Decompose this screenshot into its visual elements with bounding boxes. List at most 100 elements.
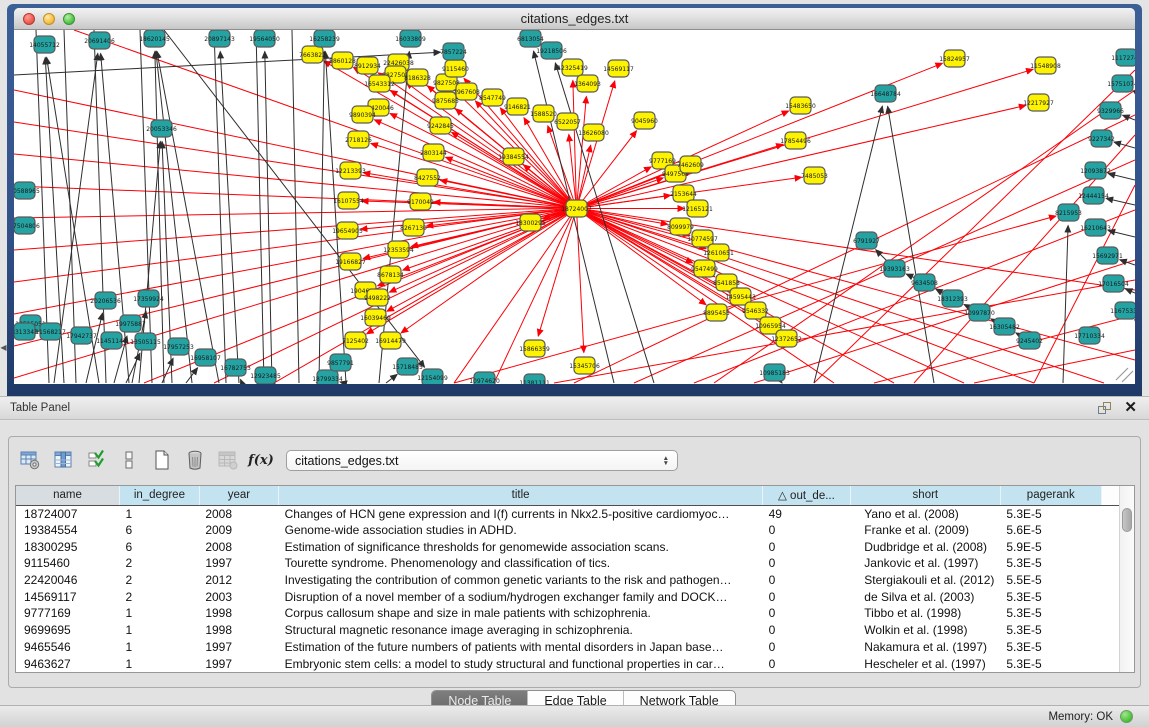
graph-node[interactable]: 17854496 bbox=[780, 132, 811, 149]
graph-node[interactable]: 9634508 bbox=[911, 274, 938, 291]
graph-node[interactable]: 15692971 bbox=[1092, 247, 1123, 264]
graph-node[interactable]: 11172740 bbox=[1111, 49, 1135, 66]
table-cell-in_degree[interactable]: 1 bbox=[119, 605, 199, 622]
graph-node[interactable]: 16033809 bbox=[395, 30, 426, 47]
graph-node[interactable]: 11381111 bbox=[519, 374, 550, 384]
graph-node[interactable]: 9890394 bbox=[349, 106, 376, 123]
close-panel-icon[interactable]: ✕ bbox=[1124, 401, 1137, 415]
network-canvas[interactable]: 1872400727181269242845280314412213393842… bbox=[14, 30, 1135, 384]
table-cell-out_degree[interactable]: 0 bbox=[763, 522, 851, 539]
graph-node[interactable]: 1364093 bbox=[574, 75, 601, 92]
table-row[interactable]: 1938455462009Genome-wide association stu… bbox=[16, 522, 1119, 539]
table-cell-title[interactable]: Corpus callosum shape and size in male p… bbox=[279, 605, 763, 622]
graph-node[interactable]: 19975887 bbox=[115, 315, 146, 332]
graph-node[interactable]: 19218506 bbox=[536, 42, 567, 59]
graph-node[interactable]: 14569117 bbox=[603, 60, 634, 77]
table-cell-pagerank[interactable]: 5.3E-5 bbox=[1000, 505, 1101, 522]
table-cell-year[interactable]: 1997 bbox=[199, 655, 278, 672]
table-cell-year[interactable]: 2008 bbox=[199, 538, 278, 555]
graph-node[interactable]: 14055712 bbox=[29, 36, 60, 53]
graph-node[interactable]: 8427552 bbox=[414, 169, 441, 186]
table-cell-in_degree[interactable]: 2 bbox=[119, 588, 199, 605]
graph-node[interactable]: 11675330 bbox=[1110, 302, 1135, 319]
graph-node[interactable]: 10985183 bbox=[759, 364, 790, 381]
graph-node[interactable]: 9245402 bbox=[1016, 332, 1043, 349]
table-cell-name[interactable]: 9463627 bbox=[16, 655, 119, 672]
graph-node[interactable]: 11548908 bbox=[1030, 57, 1061, 74]
graph-node[interactable]: 7125402 bbox=[342, 332, 369, 349]
graph-node[interactable]: 6522057 bbox=[554, 113, 581, 130]
table-row[interactable]: 946554611997Estimation of the future num… bbox=[16, 639, 1119, 656]
collapse-panel-arrow-icon[interactable]: ◀ bbox=[0, 341, 7, 355]
table-cell-pagerank[interactable]: 5.9E-5 bbox=[1000, 538, 1101, 555]
graph-node[interactable]: 9115460 bbox=[442, 60, 469, 77]
table-cell-in_degree[interactable]: 1 bbox=[119, 622, 199, 639]
graph-node[interactable]: 9875685 bbox=[432, 92, 459, 109]
float-panel-icon[interactable] bbox=[1098, 402, 1112, 415]
table-cell-short[interactable]: Stergiakouli et al. (2012) bbox=[850, 572, 1000, 589]
canvas-resize-grip[interactable] bbox=[1116, 368, 1133, 382]
table-cell-year[interactable]: 1998 bbox=[199, 605, 278, 622]
table-cell-year[interactable]: 2003 bbox=[199, 588, 278, 605]
table-cell-year[interactable]: 1997 bbox=[199, 639, 278, 656]
table-cell-pagerank[interactable]: 5.6E-5 bbox=[1000, 522, 1101, 539]
table-cell-out_degree[interactable]: 0 bbox=[763, 572, 851, 589]
table-vertical-scrollbar[interactable] bbox=[1119, 486, 1134, 672]
graph-node[interactable]: 7663822 bbox=[299, 46, 326, 63]
graph-node[interactable]: 15483650 bbox=[785, 97, 816, 114]
graph-node[interactable]: 8678134 bbox=[377, 266, 404, 283]
graph-node[interactable]: 12165121 bbox=[682, 200, 713, 217]
table-cell-title[interactable]: Estimation of the future numbers of pati… bbox=[279, 639, 763, 656]
table-row[interactable]: 946362711997Embryonic stem cells: a mode… bbox=[16, 655, 1119, 672]
column-header-in_degree[interactable]: in_degree bbox=[119, 486, 199, 505]
table-cell-title[interactable]: Investigating the contribution of common… bbox=[279, 572, 763, 589]
function-builder-icon[interactable]: f(x) bbox=[250, 449, 272, 471]
graph-node[interactable]: 9857791 bbox=[327, 354, 354, 371]
graph-node[interactable]: 18799334 bbox=[312, 370, 343, 384]
table-cell-pagerank[interactable]: 5.3E-5 bbox=[1000, 555, 1101, 572]
new-table-icon[interactable] bbox=[151, 449, 173, 471]
graph-node[interactable]: 10588965 bbox=[14, 182, 40, 199]
table-cell-in_degree[interactable]: 6 bbox=[119, 522, 199, 539]
graph-node[interactable]: 9547499 bbox=[691, 260, 718, 277]
graph-node[interactable]: 20897143 bbox=[204, 30, 235, 47]
table-cell-year[interactable]: 2008 bbox=[199, 505, 278, 522]
graph-node[interactable]: 17710334 bbox=[1074, 327, 1105, 344]
table-cell-name[interactable]: 14569117 bbox=[16, 588, 119, 605]
table-cell-out_degree[interactable]: 0 bbox=[763, 639, 851, 656]
graph-node[interactable]: 18312393 bbox=[937, 290, 968, 307]
table-cell-out_degree[interactable]: 0 bbox=[763, 555, 851, 572]
graph-node[interactable]: 12217927 bbox=[1023, 94, 1054, 111]
column-header-year[interactable]: year bbox=[199, 486, 278, 505]
scrollbar-thumb[interactable] bbox=[1122, 508, 1132, 532]
window-close-button[interactable] bbox=[23, 13, 35, 25]
graph-node[interactable]: 15345706 bbox=[569, 357, 600, 374]
table-row[interactable]: 1456911722003Disruption of a novel membe… bbox=[16, 588, 1119, 605]
graph-node[interactable]: 10974620 bbox=[469, 372, 500, 384]
table-cell-in_degree[interactable]: 1 bbox=[119, 505, 199, 522]
column-header-pagerank[interactable]: pagerank bbox=[1000, 486, 1101, 505]
table-row[interactable]: 969969511998Structural magnetic resonanc… bbox=[16, 622, 1119, 639]
table-cell-name[interactable]: 9699695 bbox=[16, 622, 119, 639]
table-settings-icon[interactable] bbox=[19, 449, 41, 471]
table-cell-title[interactable]: Estimation of significance thresholds fo… bbox=[279, 538, 763, 555]
window-minimize-button[interactable] bbox=[43, 13, 55, 25]
graph-node[interactable]: 13505115 bbox=[130, 333, 161, 350]
graph-node[interactable]: 16648784 bbox=[870, 85, 901, 102]
table-row[interactable]: 977716911998Corpus callosum shape and si… bbox=[16, 605, 1119, 622]
table-cell-out_degree[interactable]: 0 bbox=[763, 622, 851, 639]
graph-node[interactable]: 2718126 bbox=[345, 131, 372, 148]
graph-node[interactable]: 15866359 bbox=[519, 340, 550, 357]
graph-node[interactable]: 17957253 bbox=[163, 338, 194, 355]
graph-node[interactable]: 6791927 bbox=[853, 232, 880, 249]
table-cell-out_degree[interactable]: 0 bbox=[763, 538, 851, 555]
table-cell-name[interactable]: 19384554 bbox=[16, 522, 119, 539]
table-cell-out_degree[interactable]: 49 bbox=[763, 505, 851, 522]
table-cell-short[interactable]: Hescheler et al. (1997) bbox=[850, 655, 1000, 672]
graph-node[interactable]: 17016504 bbox=[1098, 275, 1129, 292]
graph-node[interactable]: 7462609 bbox=[677, 156, 704, 173]
table-cell-title[interactable]: Embryonic stem cells: a model to study s… bbox=[279, 655, 763, 672]
graph-node[interactable]: 8215953 bbox=[1055, 204, 1082, 221]
graph-node[interactable]: 9045960 bbox=[631, 112, 658, 129]
graph-node[interactable]: 6813054 bbox=[517, 30, 544, 47]
